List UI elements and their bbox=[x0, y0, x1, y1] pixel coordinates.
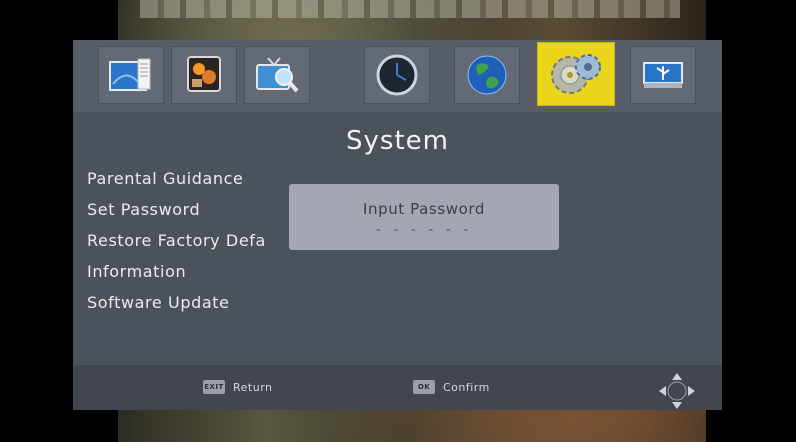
menu-item-information[interactable]: Information bbox=[87, 261, 266, 292]
background-video-text bbox=[140, 0, 680, 18]
picture-icon bbox=[187, 56, 221, 92]
exit-key-icon: EXIT bbox=[203, 380, 225, 394]
menu-item-parental-guidance[interactable]: Parental Guidance bbox=[87, 168, 266, 199]
tab-language[interactable] bbox=[454, 46, 520, 104]
password-input[interactable]: - - - - - - bbox=[289, 222, 559, 238]
return-hint[interactable]: EXIT Return bbox=[203, 379, 273, 395]
program-editor-icon bbox=[109, 58, 151, 91]
tab-system[interactable] bbox=[537, 42, 615, 106]
menu-item-set-password[interactable]: Set Password bbox=[87, 199, 266, 230]
system-menu-panel: System Parental Guidance Set Password Re… bbox=[73, 40, 722, 410]
system-gears-icon bbox=[551, 54, 601, 94]
globe-language-icon bbox=[467, 55, 507, 95]
return-label: Return bbox=[233, 380, 273, 394]
page-title: System bbox=[346, 126, 449, 156]
footer-help-bar: EXIT Return OK Confirm bbox=[73, 365, 722, 410]
password-dialog: Input Password - - - - - - bbox=[289, 184, 559, 250]
clock-icon bbox=[376, 54, 418, 96]
tab-usb[interactable] bbox=[630, 46, 696, 104]
confirm-hint[interactable]: OK Confirm bbox=[413, 379, 490, 395]
confirm-label: Confirm bbox=[443, 380, 490, 394]
tab-channel-search[interactable] bbox=[244, 46, 310, 104]
tab-time[interactable] bbox=[364, 46, 430, 104]
ok-key-icon: OK bbox=[413, 380, 435, 394]
dpad-navigation-icon bbox=[659, 373, 695, 409]
usb-icon bbox=[643, 62, 683, 88]
tab-program[interactable] bbox=[98, 46, 164, 104]
channel-search-icon bbox=[256, 57, 299, 93]
tab-picture[interactable] bbox=[171, 46, 237, 104]
menu-tab-bar bbox=[73, 40, 722, 112]
menu-item-software-update[interactable]: Software Update bbox=[87, 292, 266, 323]
menu-item-restore-factory-default[interactable]: Restore Factory Defa bbox=[87, 230, 266, 261]
dialog-title: Input Password bbox=[362, 200, 486, 218]
system-menu-list: Parental Guidance Set Password Restore F… bbox=[87, 168, 266, 323]
